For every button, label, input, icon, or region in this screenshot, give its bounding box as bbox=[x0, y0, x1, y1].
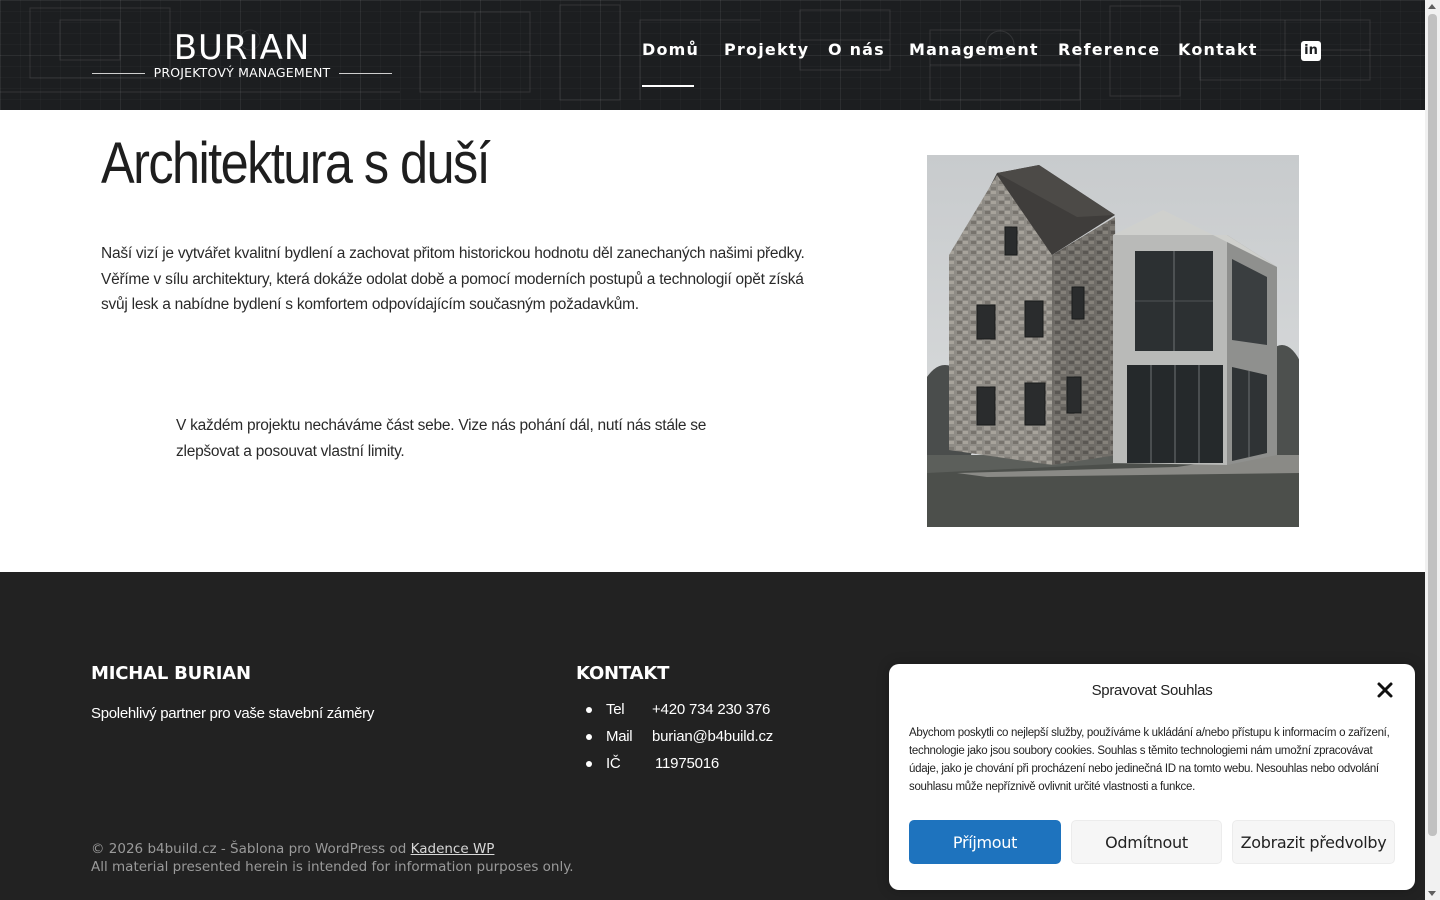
linkedin-glyph: in bbox=[1304, 43, 1318, 58]
cookie-dialog-title: Spravovat Souhlas bbox=[1091, 682, 1213, 699]
nav-active-indicator bbox=[642, 85, 694, 87]
contact-company-id: 11975016 bbox=[655, 755, 720, 772]
bullet-icon bbox=[586, 707, 592, 713]
nav-item-o-nas[interactable]: O nás bbox=[828, 38, 885, 62]
quote-paragraph: V každém projektu necháváme část sebe. V… bbox=[176, 417, 707, 460]
accept-button[interactable]: Příjmout bbox=[909, 820, 1061, 864]
nav-item-kontakt[interactable]: Kontakt bbox=[1178, 38, 1258, 62]
copyright: © 2026 b4build.cz - Šablona pro WordPres… bbox=[91, 840, 574, 876]
house-illustration bbox=[927, 155, 1299, 527]
nav-item-management[interactable]: Management bbox=[909, 38, 1039, 62]
close-icon[interactable] bbox=[1375, 680, 1395, 700]
contact-phone[interactable]: +420 734 230 376 bbox=[652, 699, 770, 721]
linkedin-icon[interactable]: in bbox=[1301, 41, 1321, 61]
scroll-up-arrow-icon[interactable] bbox=[1428, 4, 1436, 9]
disclaimer-text: All material presented herein is intende… bbox=[91, 859, 574, 875]
bullet-icon bbox=[586, 761, 592, 767]
site-header: BURIAN PROJEKTOVÝ MANAGEMENT Domů Projek… bbox=[0, 0, 1425, 110]
copyright-text: © 2026 b4build.cz - Šablona pro WordPres… bbox=[91, 841, 407, 857]
footer-heading-contact: KONTAKT bbox=[576, 663, 670, 684]
logo-subtitle: PROJEKTOVÝ MANAGEMENT bbox=[153, 65, 331, 80]
contact-label: Tel bbox=[606, 701, 625, 718]
contact-email[interactable]: burian@b4build.cz bbox=[652, 726, 773, 748]
cookie-consent-dialog: Spravovat Souhlas Abychom poskytli co ne… bbox=[889, 664, 1415, 890]
footer-heading-owner: MICHAL BURIAN bbox=[91, 663, 251, 684]
cookie-dialog-text: Abychom poskytli co nejlepší služby, pou… bbox=[909, 727, 1390, 793]
preferences-button[interactable]: Zobrazit předvolby bbox=[1232, 820, 1395, 864]
site-logo[interactable]: BURIAN PROJEKTOVÝ MANAGEMENT bbox=[92, 28, 392, 84]
page-title: Architektura s duší bbox=[101, 131, 491, 196]
scrollbar-thumb[interactable] bbox=[1428, 14, 1437, 836]
deny-button[interactable]: Odmítnout bbox=[1071, 820, 1222, 864]
logo-title: BURIAN bbox=[173, 28, 311, 68]
nav-item-projekty[interactable]: Projekty bbox=[724, 38, 809, 62]
kadence-link[interactable]: Kadence WP bbox=[411, 841, 495, 857]
house-photo bbox=[927, 155, 1299, 527]
contact-label: IČ bbox=[606, 755, 621, 772]
scroll-down-arrow-icon[interactable] bbox=[1428, 891, 1436, 896]
intro-paragraph: Naší vizí je vytvářet kvalitní bydlení a… bbox=[101, 245, 805, 313]
page-scrollbar[interactable] bbox=[1425, 0, 1440, 900]
nav-item-reference[interactable]: Reference bbox=[1058, 38, 1160, 62]
nav-item-domu[interactable]: Domů bbox=[642, 38, 699, 62]
footer-tagline: Spolehlivý partner pro vaše stavební zám… bbox=[91, 705, 375, 722]
contact-label: Mail bbox=[606, 728, 633, 745]
bullet-icon bbox=[586, 734, 592, 740]
